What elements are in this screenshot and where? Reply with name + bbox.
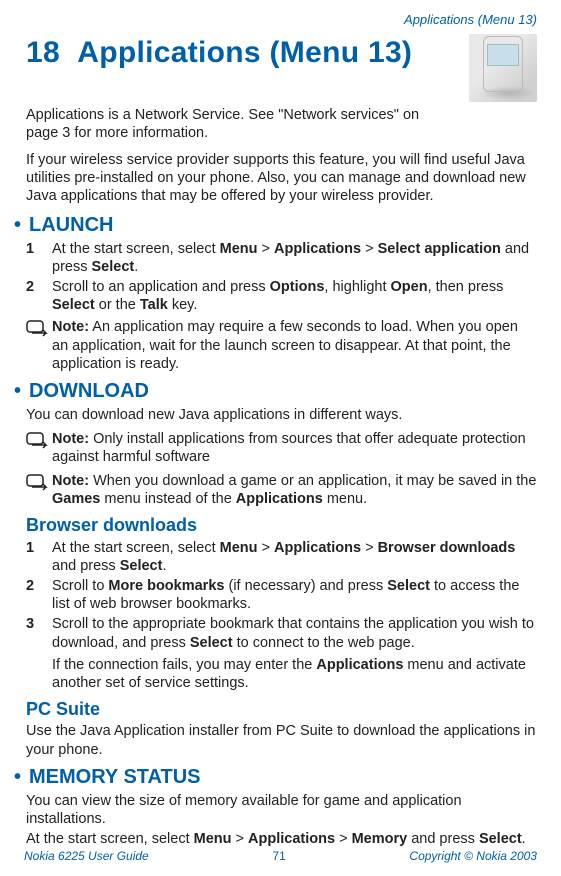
browser-steps: 1 At the start screen, select Menu > App… <box>26 539 537 652</box>
step-text: At the start screen, select Menu > Appli… <box>52 240 537 276</box>
step-text: Scroll to the appropriate bookmark that … <box>52 615 537 651</box>
intro-paragraph-2: If your wireless service provider suppor… <box>26 151 537 205</box>
note-download-2: Note: When you download a game or an app… <box>26 472 537 508</box>
section-launch: •LAUNCH <box>14 213 537 238</box>
step-number: 1 <box>26 240 52 276</box>
note-launch: Note: An application may require a few s… <box>26 318 537 372</box>
chapter-title-row: 18 Applications (Menu 13) <box>26 34 537 102</box>
page-number: 71 <box>272 849 285 864</box>
chapter-number: 18 <box>26 36 60 69</box>
browser-tail: If the connection fails, you may enter t… <box>52 656 537 692</box>
list-item: 3 Scroll to the appropriate bookmark tha… <box>26 615 537 651</box>
launch-steps: 1 At the start screen, select Menu > App… <box>26 240 537 315</box>
intro-paragraph-1: Applications is a Network Service. See "… <box>26 106 436 142</box>
running-header: Applications (Menu 13) <box>26 12 537 28</box>
step-number: 1 <box>26 539 52 575</box>
pc-suite-text: Use the Java Application installer from … <box>26 722 537 758</box>
step-text: At the start screen, select Menu > Appli… <box>52 539 537 575</box>
download-intro: You can download new Java applications i… <box>26 406 537 424</box>
step-number: 3 <box>26 615 52 651</box>
memory-line1: You can view the size of memory availabl… <box>26 792 537 828</box>
list-item: 1 At the start screen, select Menu > App… <box>26 240 537 276</box>
note-icon <box>26 472 52 508</box>
chapter-heading: 18 Applications (Menu 13) <box>26 34 412 72</box>
note-text: Note: Only install applications from sou… <box>52 430 537 466</box>
note-text: Note: An application may require a few s… <box>52 318 537 372</box>
bullet-icon: • <box>14 214 21 236</box>
phone-illustration <box>469 34 537 102</box>
section-memory-status: •MEMORY STATUS <box>14 765 537 790</box>
bullet-icon: • <box>14 380 21 402</box>
list-item: 2 Scroll to More bookmarks (if necessary… <box>26 577 537 613</box>
subsection-browser-downloads: Browser downloads <box>26 514 537 537</box>
footer-left: Nokia 6225 User Guide <box>24 849 149 864</box>
step-number: 2 <box>26 278 52 314</box>
list-item: 2 Scroll to an application and press Opt… <box>26 278 537 314</box>
note-icon <box>26 430 52 466</box>
step-text: Scroll to an application and press Optio… <box>52 278 537 314</box>
step-text: Scroll to More bookmarks (if necessary) … <box>52 577 537 613</box>
footer-right: Copyright © Nokia 2003 <box>409 849 537 864</box>
note-download-1: Note: Only install applications from sou… <box>26 430 537 466</box>
bullet-icon: • <box>14 766 21 788</box>
list-item: 1 At the start screen, select Menu > App… <box>26 539 537 575</box>
page-footer: Nokia 6225 User Guide 71 Copyright © Nok… <box>24 849 537 864</box>
note-icon <box>26 318 52 372</box>
chapter-title: Applications (Menu 13) <box>77 36 412 69</box>
step-number: 2 <box>26 577 52 613</box>
memory-line2: At the start screen, select Menu > Appli… <box>26 830 537 848</box>
subsection-pc-suite: PC Suite <box>26 698 537 721</box>
section-download: •DOWNLOAD <box>14 379 537 404</box>
note-text: Note: When you download a game or an app… <box>52 472 537 508</box>
